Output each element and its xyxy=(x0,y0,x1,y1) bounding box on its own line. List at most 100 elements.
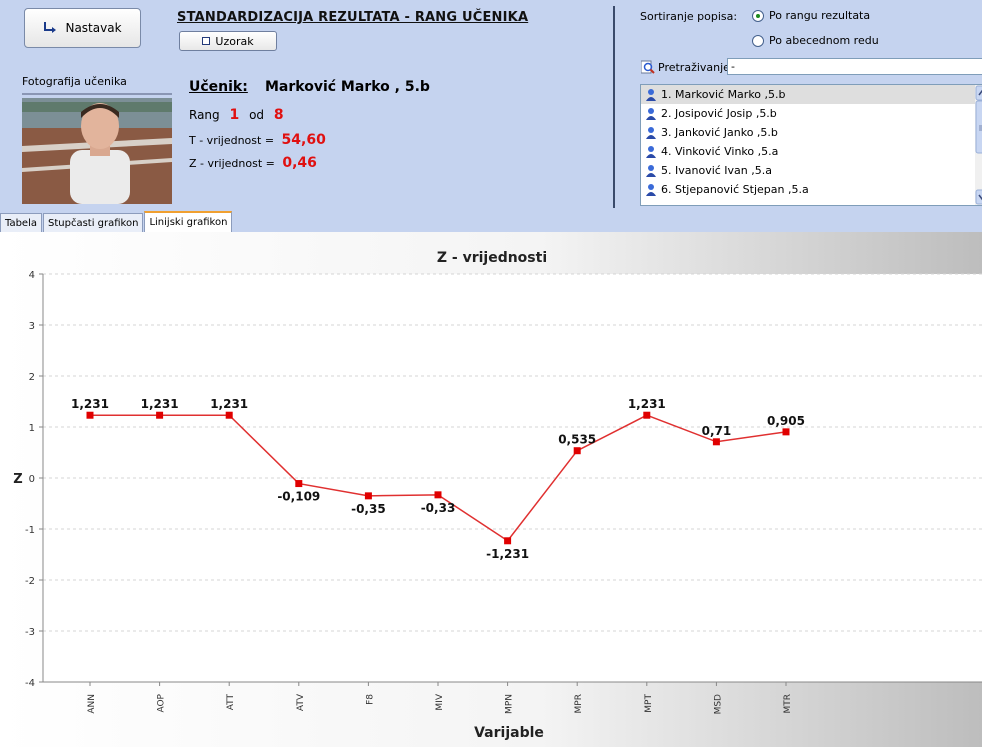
sort-by-rank-radio[interactable]: Po rangu rezultata xyxy=(752,9,870,22)
data-label: -0,109 xyxy=(277,490,320,504)
data-label: 1,231 xyxy=(141,397,179,411)
x-tick-label: ANN xyxy=(87,694,97,714)
data-point xyxy=(643,411,651,419)
z-value: 0,46 xyxy=(282,155,317,171)
photo-label: Fotografija učenika xyxy=(22,75,127,88)
list-item[interactable]: 1. Marković Marko ,5.b xyxy=(641,85,982,104)
y-tick-label: -2 xyxy=(25,576,35,587)
line-chart: Z - vrijednosti 4 3 2 1 0 -1 -2 -3 -4 Z ANN AOP ATT AT… xyxy=(0,232,982,747)
x-tick-label: F8 xyxy=(365,694,375,705)
list-item-label: 2. Josipović Josip ,5.b xyxy=(661,107,777,120)
list-item-label: 1. Marković Marko ,5.b xyxy=(661,88,786,101)
rang-value: 1 xyxy=(229,107,240,123)
list-item[interactable]: 5. Ivanović Ivan ,5.a xyxy=(641,161,982,180)
data-point xyxy=(504,537,512,545)
chart-title: Z - vrijednosti xyxy=(437,250,547,266)
data-point xyxy=(86,411,94,419)
uzorak-button[interactable]: Uzorak xyxy=(179,31,277,51)
data-label: -0,35 xyxy=(351,502,386,516)
z-row: Z - vrijednost = 0,46 xyxy=(189,155,317,171)
y-tick-label: -4 xyxy=(25,678,35,689)
x-tick-label: MIV xyxy=(435,693,445,710)
user-icon xyxy=(645,107,657,121)
y-tick-label: 3 xyxy=(29,321,35,332)
rang-label: Rang xyxy=(189,108,220,122)
x-tick-label: ATT xyxy=(226,693,236,710)
data-label: -0,33 xyxy=(421,501,456,515)
radio-selected-icon xyxy=(752,9,764,22)
t-label: T - vrijednost = xyxy=(189,134,275,147)
ucenik-label: Učenik: xyxy=(189,79,248,95)
od-label: od xyxy=(249,108,265,122)
x-tick-label: AOP xyxy=(157,693,167,712)
data-label: -1,231 xyxy=(486,547,529,561)
list-item[interactable]: 2. Josipović Josip ,5.b xyxy=(641,104,982,123)
list-item[interactable]: 3. Janković Janko ,5.b xyxy=(641,123,982,142)
chart-panel: Z - vrijednosti 4 3 2 1 0 -1 -2 -3 -4 Z ANN AOP ATT AT… xyxy=(0,232,982,747)
sort-alphabetical-radio[interactable]: Po abecednom redu xyxy=(752,34,879,47)
rang-row: Rang 1 od 8 xyxy=(189,107,284,123)
data-label: 1,231 xyxy=(71,397,109,411)
data-point xyxy=(295,480,303,488)
x-tick-label: ATV xyxy=(296,693,306,711)
nastavak-button[interactable]: Nastavak xyxy=(24,8,141,48)
list-item-label: 6. Stjepanović Stjepan ,5.a xyxy=(661,183,809,196)
x-axis-label: Varijable xyxy=(474,725,544,741)
list-scrollbar[interactable] xyxy=(975,85,982,205)
data-label: 0,535 xyxy=(558,433,596,447)
y-tick-label: 1 xyxy=(29,423,35,434)
page-title: STANDARDIZACIJA REZULTATA - RANG UČENIKA xyxy=(177,10,529,25)
x-tick-label: MSD xyxy=(713,694,723,714)
user-icon xyxy=(645,88,657,102)
student-photo xyxy=(22,98,172,204)
sort-label: Sortiranje popisa: xyxy=(640,10,738,23)
vertical-divider xyxy=(613,6,615,208)
sort-option-rank-label: Po rangu rezultata xyxy=(769,9,871,22)
tab-linijski-grafikon[interactable]: Linijski grafikon xyxy=(144,211,233,232)
tab-tabela[interactable]: Tabela xyxy=(0,213,42,232)
student-list-body: 1. Marković Marko ,5.b 2. Josipović Josip… xyxy=(641,85,982,199)
data-point xyxy=(782,428,790,436)
data-point xyxy=(225,411,233,419)
data-point xyxy=(364,492,372,500)
header-panel: Nastavak STANDARDIZACIJA REZULTATA - RAN… xyxy=(0,0,982,232)
student-list[interactable]: 1. Marković Marko ,5.b 2. Josipović Josip… xyxy=(640,84,982,206)
y-tick-label: 4 xyxy=(29,270,35,281)
y-axis-label: Z xyxy=(13,472,22,487)
list-item[interactable]: 6. Stjepanović Stjepan ,5.a xyxy=(641,180,982,199)
data-point xyxy=(156,411,164,419)
list-item[interactable]: 4. Vinković Vinko ,5.a xyxy=(641,142,982,161)
x-tick-label: MPN xyxy=(505,694,515,714)
y-tick-label: 2 xyxy=(29,372,35,383)
search-label: Pretraživanje: xyxy=(658,61,734,74)
y-tick-label: -1 xyxy=(25,525,35,536)
data-point xyxy=(434,491,442,499)
ucenik-value: Marković Marko , 5.b xyxy=(265,79,430,95)
user-icon xyxy=(645,145,657,159)
data-label: 1,231 xyxy=(210,397,248,411)
total-value: 8 xyxy=(273,107,284,123)
y-tick-label: 0 xyxy=(29,474,35,485)
data-point xyxy=(712,438,720,446)
nastavak-label: Nastavak xyxy=(65,21,122,35)
data-label: 1,231 xyxy=(628,397,666,411)
next-arrow-icon xyxy=(43,21,57,35)
x-tick-label: MTR xyxy=(783,694,793,714)
photo-divider xyxy=(22,93,172,95)
data-point xyxy=(573,447,581,455)
x-tick-label: MPT xyxy=(644,694,654,713)
user-icon xyxy=(645,164,657,178)
data-label: 0,71 xyxy=(702,424,732,438)
t-row: T - vrijednost = 54,60 xyxy=(189,132,326,148)
radio-unselected-icon xyxy=(752,34,764,47)
tab-stupcasti-grafikon[interactable]: Stupčasti grafikon xyxy=(43,213,144,232)
search-icon xyxy=(640,60,655,74)
z-label: Z - vrijednost = xyxy=(189,157,275,170)
y-tick-label: -3 xyxy=(25,627,35,638)
search-input[interactable] xyxy=(727,58,982,75)
sort-option-alpha-label: Po abecednom redu xyxy=(769,34,879,47)
user-icon xyxy=(645,183,657,197)
tab-bar: Tabela Stupčasti grafikon Linijski grafi… xyxy=(0,211,233,233)
user-icon xyxy=(645,126,657,140)
data-label: 0,905 xyxy=(767,414,805,428)
